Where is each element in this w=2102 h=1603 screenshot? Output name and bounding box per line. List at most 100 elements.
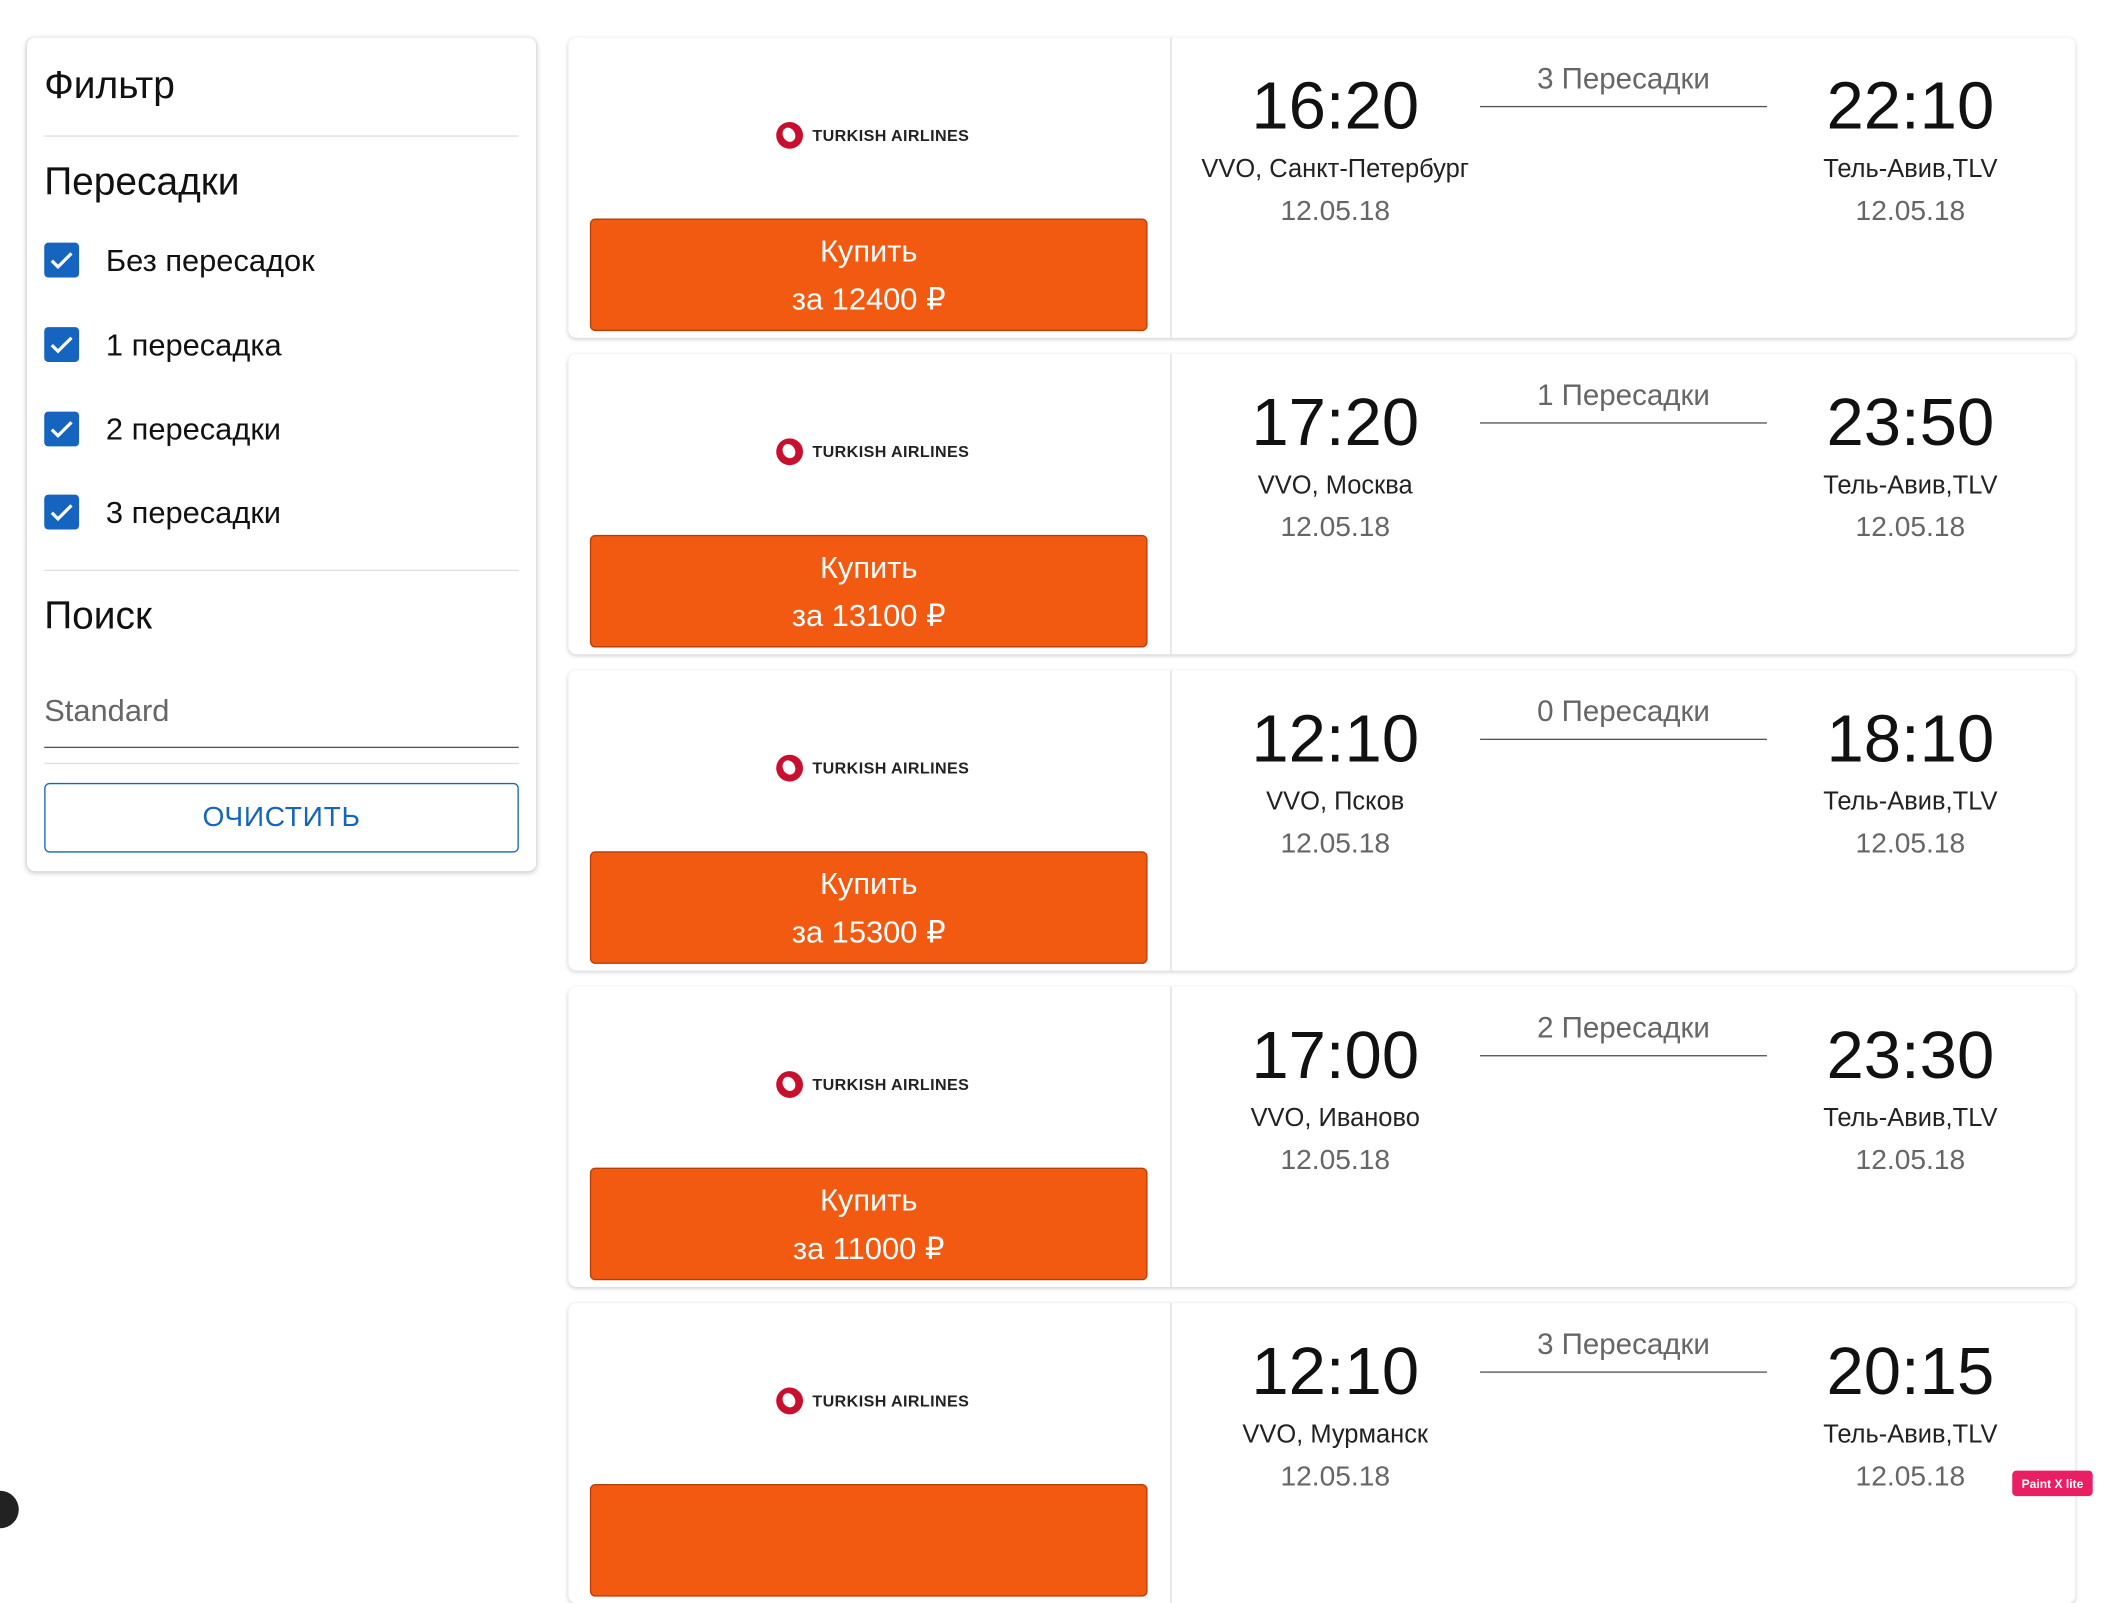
ticket-left: TURKISH AIRLINES Купить за 12400 ₽ <box>568 37 1172 338</box>
stops-option-label: 1 пересадка <box>105 326 282 362</box>
airline-name: TURKISH AIRLINES <box>812 1075 970 1094</box>
filter-title: Фильтр <box>44 64 175 108</box>
checkbox[interactable] <box>44 327 80 362</box>
airline-name: TURKISH AIRLINES <box>812 1391 970 1411</box>
checkmark-icon <box>50 421 73 439</box>
stops-count: 2 Пересадки <box>1537 1010 1710 1045</box>
ticket-card: TURKISH AIRLINES Купить за 11000 ₽ 17:00… <box>568 986 2076 1287</box>
buy-price: за 12400 ₽ <box>791 281 946 317</box>
ticket-card: TURKISH AIRLINES Купить за 15300 ₽ 12:10… <box>568 670 2076 971</box>
airline-logo: TURKISH AIRLINES <box>776 438 970 466</box>
ticket-left: TURKISH AIRLINES <box>568 1303 1172 1603</box>
departure-date: 12.05.18 <box>1280 1144 1391 1176</box>
app-root: Фильтр Пересадки Без пересадок 1 пересад… <box>0 0 2102 1603</box>
departure-city: VVO, Иваново <box>1250 1104 1420 1133</box>
airline-logo-icon <box>776 1071 804 1098</box>
buy-price: за 13100 ₽ <box>791 597 946 633</box>
airline-logo: TURKISH AIRLINES <box>776 1071 969 1098</box>
search-heading: Поиск <box>44 595 152 639</box>
stops-option-3[interactable]: 3 пересадки <box>44 492 281 532</box>
arrival-city: Тель-Авив,TLV <box>1823 788 1998 817</box>
route-line <box>1480 1055 1767 1057</box>
clear-button[interactable]: ОЧИСТИТЬ <box>44 782 519 853</box>
buy-button[interactable]: Купить за 15300 ₽ <box>589 851 1148 964</box>
arrival-time: 23:50 <box>1826 384 1995 460</box>
buy-price: за 11000 ₽ <box>792 1230 945 1266</box>
departure-time: 12:10 <box>1251 701 1420 777</box>
paint-x-lite-badge[interactable]: Paint X lite <box>2012 1470 2093 1497</box>
departure-time: 12:10 <box>1251 1333 1420 1409</box>
airline-logo: TURKISH AIRLINES <box>776 1387 970 1415</box>
stops-option-1[interactable]: 1 пересадка <box>44 324 282 364</box>
route-line <box>1480 422 1767 424</box>
arrival-city: Тель-Авив,TLV <box>1823 1104 1998 1133</box>
stops-count: 1 Пересадки <box>1537 378 1710 412</box>
route-line <box>1480 105 1767 108</box>
airline-name: TURKISH AIRLINES <box>812 126 970 145</box>
arrival-date: 12.05.18 <box>1855 828 1966 860</box>
arrival-time: 23:30 <box>1826 1017 1995 1093</box>
stops-count: 3 Пересадки <box>1537 61 1710 96</box>
departure-city: VVO, Псков <box>1266 788 1405 817</box>
ticket-left: TURKISH AIRLINES Купить за 15300 ₽ <box>568 670 1172 971</box>
airline-logo-icon <box>776 1387 804 1415</box>
stops-option-label: 2 пересадки <box>105 410 282 446</box>
buy-button[interactable]: Купить за 12400 ₽ <box>589 218 1148 332</box>
airline-name: TURKISH AIRLINES <box>812 442 970 462</box>
divider <box>44 569 519 572</box>
checkbox[interactable] <box>44 242 80 278</box>
airline-name: TURKISH AIRLINES <box>812 758 970 778</box>
departure-city: VVO, Санкт-Петербург <box>1201 155 1470 184</box>
checkbox[interactable] <box>44 494 80 530</box>
divider <box>44 135 519 137</box>
search-field[interactable] <box>44 687 519 749</box>
arrival-date: 12.05.18 <box>1855 512 1966 543</box>
arrival-city: Тель-Авив,TLV <box>1823 471 1998 501</box>
ticket-left: TURKISH AIRLINES Купить за 11000 ₽ <box>568 986 1172 1287</box>
arrival-time: 22:10 <box>1826 68 1995 144</box>
divider <box>44 762 519 765</box>
stops-option-label: Без пересадок <box>105 241 315 277</box>
buy-button[interactable]: Купить за 11000 ₽ <box>589 1167 1148 1281</box>
stops-heading: Пересадки <box>44 160 240 204</box>
departure-date: 12.05.18 <box>1280 512 1391 543</box>
arrival-date: 12.05.18 <box>1855 1144 1966 1176</box>
buy-button[interactable] <box>589 1484 1148 1597</box>
departure-time: 17:20 <box>1251 384 1420 460</box>
buy-button[interactable]: Купить за 13100 ₽ <box>589 534 1148 648</box>
corner-indicator <box>0 1490 19 1529</box>
buy-label: Купить <box>819 549 918 585</box>
stops-option-label: 3 пересадки <box>105 494 282 529</box>
airline-logo-icon <box>776 754 804 782</box>
buy-label: Купить <box>819 1182 918 1218</box>
arrival-date: 12.05.18 <box>1855 195 1966 227</box>
departure-date: 12.05.18 <box>1280 195 1391 227</box>
arrival-time: 18:10 <box>1826 701 1995 777</box>
departure-city: VVO, Мурманск <box>1242 1421 1429 1450</box>
buy-label: Купить <box>819 233 918 269</box>
checkbox[interactable] <box>44 411 80 447</box>
arrival-city: Тель-Авив,TLV <box>1823 1421 1998 1450</box>
stops-option-2[interactable]: 2 пересадки <box>44 409 281 449</box>
departure-time: 16:20 <box>1251 68 1420 144</box>
ticket-card: TURKISH AIRLINES 12:10 VVO, Мурманск 12.… <box>568 1303 2076 1603</box>
stops-count: 3 Пересадки <box>1537 1327 1710 1361</box>
ticket-left: TURKISH AIRLINES Купить за 13100 ₽ <box>568 353 1172 655</box>
filter-panel: Фильтр Пересадки Без пересадок 1 пересад… <box>26 37 537 872</box>
airline-logo: TURKISH AIRLINES <box>776 121 970 149</box>
stops-option-none[interactable]: Без пересадок <box>44 240 315 280</box>
airline-logo: TURKISH AIRLINES <box>776 754 970 782</box>
departure-date: 12.05.18 <box>1280 1461 1391 1493</box>
route-line <box>1480 738 1767 741</box>
checkmark-icon <box>50 252 73 270</box>
airline-logo-icon <box>776 438 804 466</box>
route-line <box>1480 1371 1767 1373</box>
departure-date: 12.05.18 <box>1280 828 1391 860</box>
ticket-card: TURKISH AIRLINES Купить за 12400 ₽ 16:20… <box>568 37 2076 338</box>
arrival-city: Тель-Авив,TLV <box>1823 155 1998 184</box>
departure-time: 17:00 <box>1251 1017 1420 1093</box>
checkmark-icon <box>50 336 73 354</box>
buy-price: за 15300 ₽ <box>791 914 946 950</box>
airline-logo-icon <box>776 121 804 149</box>
search-input[interactable] <box>44 687 519 730</box>
